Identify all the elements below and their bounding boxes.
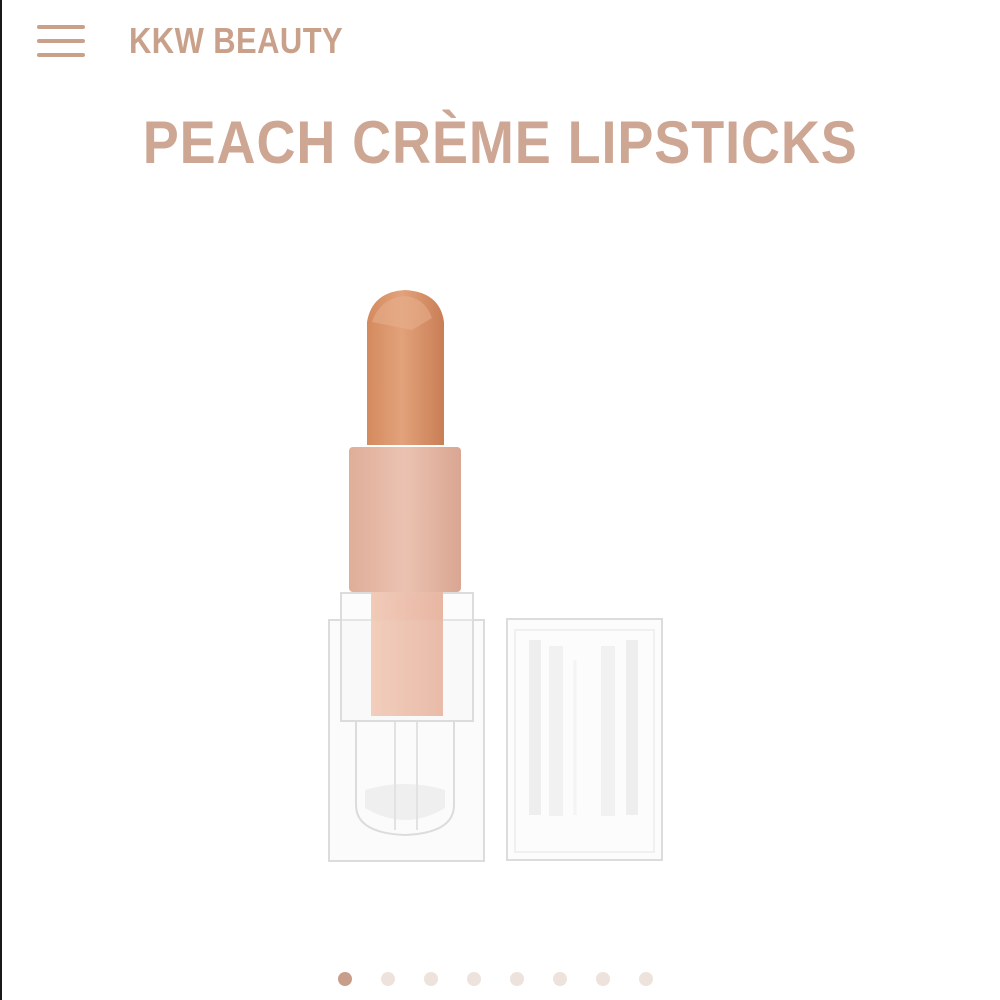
carousel-dot-5[interactable] (510, 972, 524, 986)
carousel-dot-4[interactable] (467, 972, 481, 986)
carousel-dot-3[interactable] (424, 972, 438, 986)
brand-logo[interactable]: KKW BEAUTY (129, 20, 343, 62)
menu-bar-2 (37, 39, 85, 43)
menu-bar-1 (37, 25, 85, 29)
carousel-dot-8[interactable] (639, 972, 653, 986)
carousel-dot-6[interactable] (553, 972, 567, 986)
lipstick-sleeve (349, 447, 461, 592)
lipstick-cap (506, 618, 663, 861)
product-title: PEACH CRÈME LIPSTICKS (0, 108, 1000, 177)
carousel-dot-7[interactable] (596, 972, 610, 986)
menu-bar-3 (37, 53, 85, 57)
product-title-text: PEACH CRÈME LIPSTICKS (142, 109, 858, 176)
carousel-dot-1[interactable] (338, 972, 352, 986)
product-image (328, 290, 663, 862)
carousel-dot-2[interactable] (381, 972, 395, 986)
hamburger-menu-button[interactable] (37, 24, 87, 60)
